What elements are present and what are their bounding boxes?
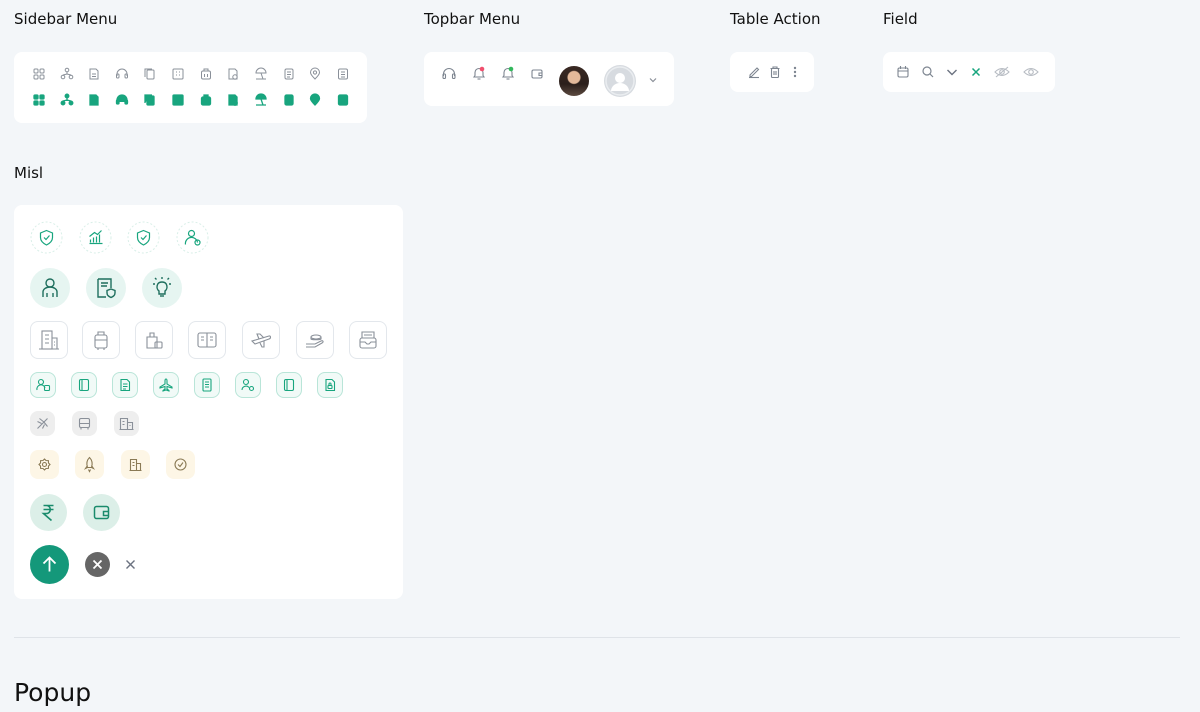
clear-icon[interactable] bbox=[969, 65, 983, 79]
field-title: Field bbox=[883, 10, 918, 28]
eye-icon[interactable] bbox=[1022, 64, 1040, 80]
document-lock-icon bbox=[317, 372, 343, 398]
list-document-icon-active[interactable] bbox=[337, 94, 349, 106]
airplane-icon bbox=[30, 411, 55, 436]
building-icon-active[interactable] bbox=[172, 94, 184, 106]
more-vertical-icon[interactable] bbox=[788, 65, 802, 79]
airplane-icon bbox=[153, 372, 179, 398]
receipt-icon-active[interactable] bbox=[284, 94, 294, 106]
building-icon bbox=[121, 450, 150, 479]
building-icon bbox=[30, 321, 68, 359]
gear-icon bbox=[30, 450, 59, 479]
building-icon bbox=[114, 411, 139, 436]
document-shield-icon bbox=[86, 268, 126, 308]
shield-check-icon bbox=[127, 221, 160, 254]
book-icon bbox=[276, 372, 302, 398]
document-icon-active[interactable] bbox=[89, 94, 99, 106]
user-card-icon bbox=[30, 372, 56, 398]
location-pin-icon[interactable] bbox=[310, 67, 320, 80]
beach-umbrella-icon-active[interactable] bbox=[255, 93, 267, 106]
chart-growth-icon bbox=[79, 221, 112, 254]
book-icon bbox=[71, 372, 97, 398]
wallet-icon bbox=[83, 494, 120, 531]
receipt-icon bbox=[194, 372, 220, 398]
receipt-icon[interactable] bbox=[284, 68, 294, 80]
rupee-icon bbox=[30, 494, 67, 531]
list-document-icon[interactable] bbox=[338, 68, 348, 80]
bell-icon[interactable] bbox=[500, 66, 516, 82]
close-circle-icon[interactable] bbox=[85, 552, 110, 577]
close-icon[interactable] bbox=[123, 557, 138, 572]
org-chart-icon-active[interactable] bbox=[60, 93, 74, 106]
document-icon bbox=[112, 372, 138, 398]
dashboard-icon[interactable] bbox=[33, 68, 45, 80]
arrow-up-icon[interactable] bbox=[30, 545, 69, 584]
copy-document-icon[interactable] bbox=[144, 68, 155, 80]
table-action-card bbox=[730, 52, 814, 92]
misl-card bbox=[14, 205, 403, 599]
luggage-icon[interactable] bbox=[201, 68, 211, 80]
sidebar-menu-card bbox=[14, 52, 367, 123]
bell-icon[interactable] bbox=[471, 66, 487, 82]
beach-umbrella-icon[interactable] bbox=[255, 67, 267, 80]
luggage-icon bbox=[82, 321, 120, 359]
check-circle-icon bbox=[166, 450, 195, 479]
default-avatar[interactable] bbox=[604, 65, 636, 97]
idea-icon bbox=[142, 268, 182, 308]
section-divider bbox=[14, 637, 1180, 638]
user-settings-icon bbox=[235, 372, 261, 398]
copy-document-icon-active[interactable] bbox=[144, 94, 155, 106]
topbar-menu-title: Topbar Menu bbox=[424, 10, 521, 28]
topbar-menu-card bbox=[424, 52, 674, 106]
calendar-icon[interactable] bbox=[896, 65, 910, 79]
policy-document-icon[interactable] bbox=[228, 68, 238, 80]
user-settings-icon bbox=[176, 221, 209, 254]
org-chart-icon[interactable] bbox=[60, 67, 74, 80]
profile-photo[interactable] bbox=[559, 66, 589, 96]
eye-off-icon[interactable] bbox=[993, 64, 1011, 80]
rocket-icon bbox=[75, 450, 104, 479]
delete-icon[interactable] bbox=[768, 65, 782, 79]
hand-coins-icon bbox=[296, 321, 334, 359]
user-icon bbox=[30, 268, 70, 308]
table-action-title: Table Action bbox=[730, 10, 821, 28]
wallet-icon[interactable] bbox=[529, 66, 545, 82]
field-card bbox=[883, 52, 1055, 92]
airplane-icon bbox=[242, 321, 280, 359]
policy-document-icon-active[interactable] bbox=[228, 94, 238, 106]
shield-check-icon bbox=[30, 221, 63, 254]
misl-title: Misl bbox=[14, 164, 44, 182]
dashboard-icon-active[interactable] bbox=[33, 94, 45, 106]
search-icon[interactable] bbox=[921, 65, 935, 79]
building-icon[interactable] bbox=[172, 68, 184, 80]
luggage-icon-active[interactable] bbox=[200, 94, 212, 106]
document-icon[interactable] bbox=[89, 68, 99, 80]
location-pin-icon-active[interactable] bbox=[309, 93, 321, 106]
headset-icon-active[interactable] bbox=[115, 94, 129, 105]
mail-box-icon bbox=[349, 321, 387, 359]
sidebar-menu-title: Sidebar Menu bbox=[14, 10, 118, 28]
headset-icon[interactable] bbox=[116, 68, 128, 79]
bus-icon bbox=[72, 411, 97, 436]
chevron-down-icon[interactable] bbox=[647, 74, 659, 86]
headset-icon[interactable] bbox=[441, 66, 457, 82]
chevron-down-icon[interactable] bbox=[945, 65, 959, 79]
book-icon bbox=[188, 321, 226, 359]
bag-icon bbox=[135, 321, 173, 359]
edit-icon[interactable] bbox=[747, 65, 761, 79]
popup-title: Popup bbox=[14, 678, 92, 707]
